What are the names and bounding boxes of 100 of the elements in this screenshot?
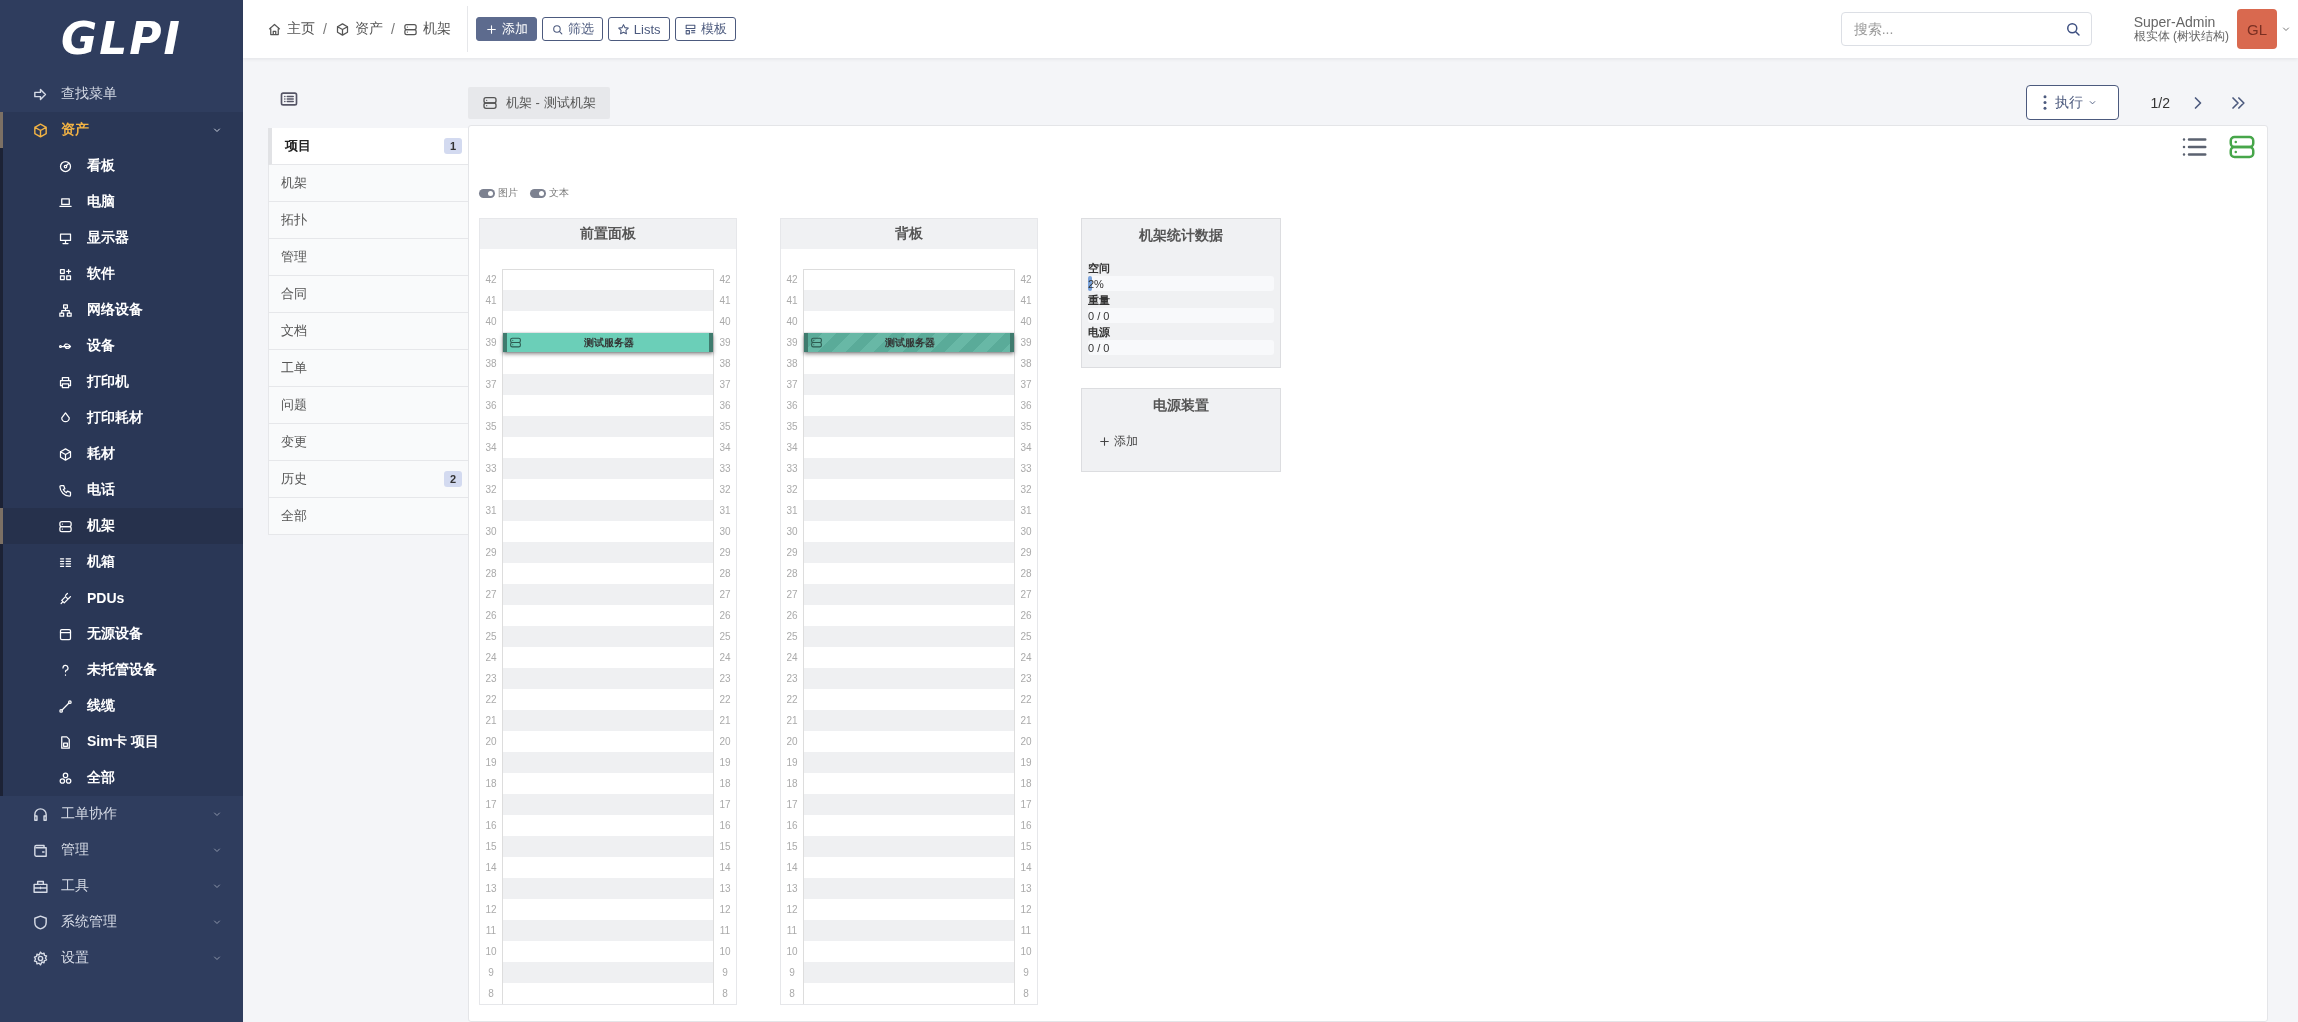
- unit-number: 22: [1019, 694, 1033, 705]
- unit-number: 21: [718, 715, 732, 726]
- unit-number: 27: [484, 589, 498, 600]
- phone-icon: [58, 482, 73, 498]
- submenu-item[interactable]: 无源设备: [0, 616, 243, 652]
- unit-number: 36: [785, 400, 799, 411]
- sim-card-icon: [58, 734, 73, 750]
- tab[interactable]: 合同: [268, 276, 468, 313]
- menu-item[interactable]: 资产: [0, 112, 243, 148]
- unit-number: 10: [785, 946, 799, 957]
- unit-number: 9: [788, 967, 796, 978]
- count-badge: 1: [443, 138, 462, 154]
- unit-number: 24: [785, 652, 799, 663]
- headset-icon: [32, 805, 49, 823]
- unit-number: 41: [484, 295, 498, 306]
- menu-item[interactable]: 工具: [0, 868, 243, 904]
- unit-number: 18: [1019, 778, 1033, 789]
- unit-number: 35: [1019, 421, 1033, 432]
- unit-number: 33: [718, 463, 732, 474]
- submenu-item[interactable]: 未托管设备: [0, 652, 243, 688]
- server-icon: [482, 94, 498, 111]
- submenu-item[interactable]: 显示器: [0, 220, 243, 256]
- menu-item[interactable]: 设置: [0, 940, 243, 976]
- unit-number: 20: [484, 736, 498, 747]
- unit-number: 18: [718, 778, 732, 789]
- unit-number: 32: [484, 484, 498, 495]
- unit-number: 18: [785, 778, 799, 789]
- unit-number: 40: [785, 316, 799, 327]
- tab[interactable]: 问题: [268, 387, 468, 424]
- search-field[interactable]: 搜索...: [1840, 12, 2092, 46]
- page-counter: 1/2: [2150, 94, 2170, 111]
- unit-number: 15: [1019, 841, 1033, 852]
- printer-icon: [58, 374, 73, 390]
- tab[interactable]: 历史 2: [268, 461, 468, 498]
- unit-number: 42: [484, 274, 498, 285]
- unit-number: 29: [785, 547, 799, 558]
- unit-number: 28: [1019, 568, 1033, 579]
- tab[interactable]: 拓扑: [268, 202, 468, 239]
- toggle-switch[interactable]: 文本: [530, 186, 569, 200]
- unit-number: 9: [721, 967, 729, 978]
- stat-label: 重量: [1088, 293, 1111, 308]
- menu-item[interactable]: 查找菜单: [0, 76, 243, 112]
- submenu-item[interactable]: 全部: [0, 760, 243, 796]
- breadcrumb-link[interactable]: 资产: [334, 20, 383, 38]
- submenu-item[interactable]: 打印机: [0, 364, 243, 400]
- actions-button[interactable]: 执行: [2025, 85, 2119, 120]
- menu-item[interactable]: 管理: [0, 832, 243, 868]
- submenu-item[interactable]: 打印耗材: [0, 400, 243, 436]
- breadcrumb-link[interactable]: 机架: [402, 20, 451, 38]
- tab[interactable]: 全部: [268, 498, 468, 535]
- submenu-item[interactable]: PDUs: [0, 580, 243, 616]
- tab[interactable]: 机架: [268, 165, 468, 202]
- tab[interactable]: 管理: [268, 239, 468, 276]
- unit-number: 16: [1019, 820, 1033, 831]
- unit-number: 13: [718, 883, 732, 894]
- panel-title: 背板: [781, 219, 1037, 249]
- unit-number: 11: [718, 925, 732, 936]
- tab[interactable]: 变更: [268, 424, 468, 461]
- unit-number: 24: [484, 652, 498, 663]
- logo[interactable]: GLPI: [61, 12, 182, 64]
- unit-number: 31: [718, 505, 732, 516]
- unit-number: 8: [1022, 988, 1030, 999]
- unit-number: 32: [718, 484, 732, 495]
- submenu-item[interactable]: 软件: [0, 256, 243, 292]
- menu-item[interactable]: 工单协作: [0, 796, 243, 832]
- submenu-item[interactable]: 网络设备: [0, 292, 243, 328]
- rack-device[interactable]: 测试服务器: [503, 333, 713, 352]
- submenu-item[interactable]: 机箱: [0, 544, 243, 580]
- breadcrumb-link[interactable]: 主页: [267, 20, 315, 38]
- server-icon: [402, 21, 418, 37]
- submenu-item[interactable]: 线缆: [0, 688, 243, 724]
- add-link[interactable]: 添加: [1098, 433, 1138, 450]
- tab[interactable]: 文档: [268, 313, 468, 350]
- toggle-switch[interactable]: 图片: [479, 186, 518, 200]
- tab[interactable]: 项目 1: [268, 128, 468, 165]
- toolbar-button[interactable]: 添加: [475, 17, 537, 41]
- unit-number: 23: [1019, 673, 1033, 684]
- toolbar-button[interactable]: Lists: [607, 17, 670, 41]
- toolbar-button[interactable]: 模板: [674, 17, 736, 41]
- unit-number: 41: [718, 295, 732, 306]
- unit-number: 23: [785, 673, 799, 684]
- submenu-item[interactable]: 机架: [0, 508, 243, 544]
- menu-item[interactable]: 系统管理: [0, 904, 243, 940]
- unit-number: 9: [487, 967, 495, 978]
- unit-number: 16: [718, 820, 732, 831]
- cube-icon: [32, 121, 49, 139]
- submenu-item[interactable]: Sim卡 项目: [0, 724, 243, 760]
- toolbar-button[interactable]: 筛选: [541, 17, 603, 41]
- submenu-item[interactable]: 电话: [0, 472, 243, 508]
- unit-number: 40: [484, 316, 498, 327]
- unit-number: 42: [1019, 274, 1033, 285]
- unit-number: 27: [785, 589, 799, 600]
- submenu-item[interactable]: 耗材: [0, 436, 243, 472]
- unit-number: 37: [718, 379, 732, 390]
- submenu-item[interactable]: 设备: [0, 328, 243, 364]
- tab[interactable]: 工单: [268, 350, 468, 387]
- submenu-item[interactable]: 看板: [0, 148, 243, 184]
- rack-device[interactable]: 测试服务器: [804, 333, 1014, 352]
- submenu-item[interactable]: 电脑: [0, 184, 243, 220]
- search-icon: [550, 22, 564, 36]
